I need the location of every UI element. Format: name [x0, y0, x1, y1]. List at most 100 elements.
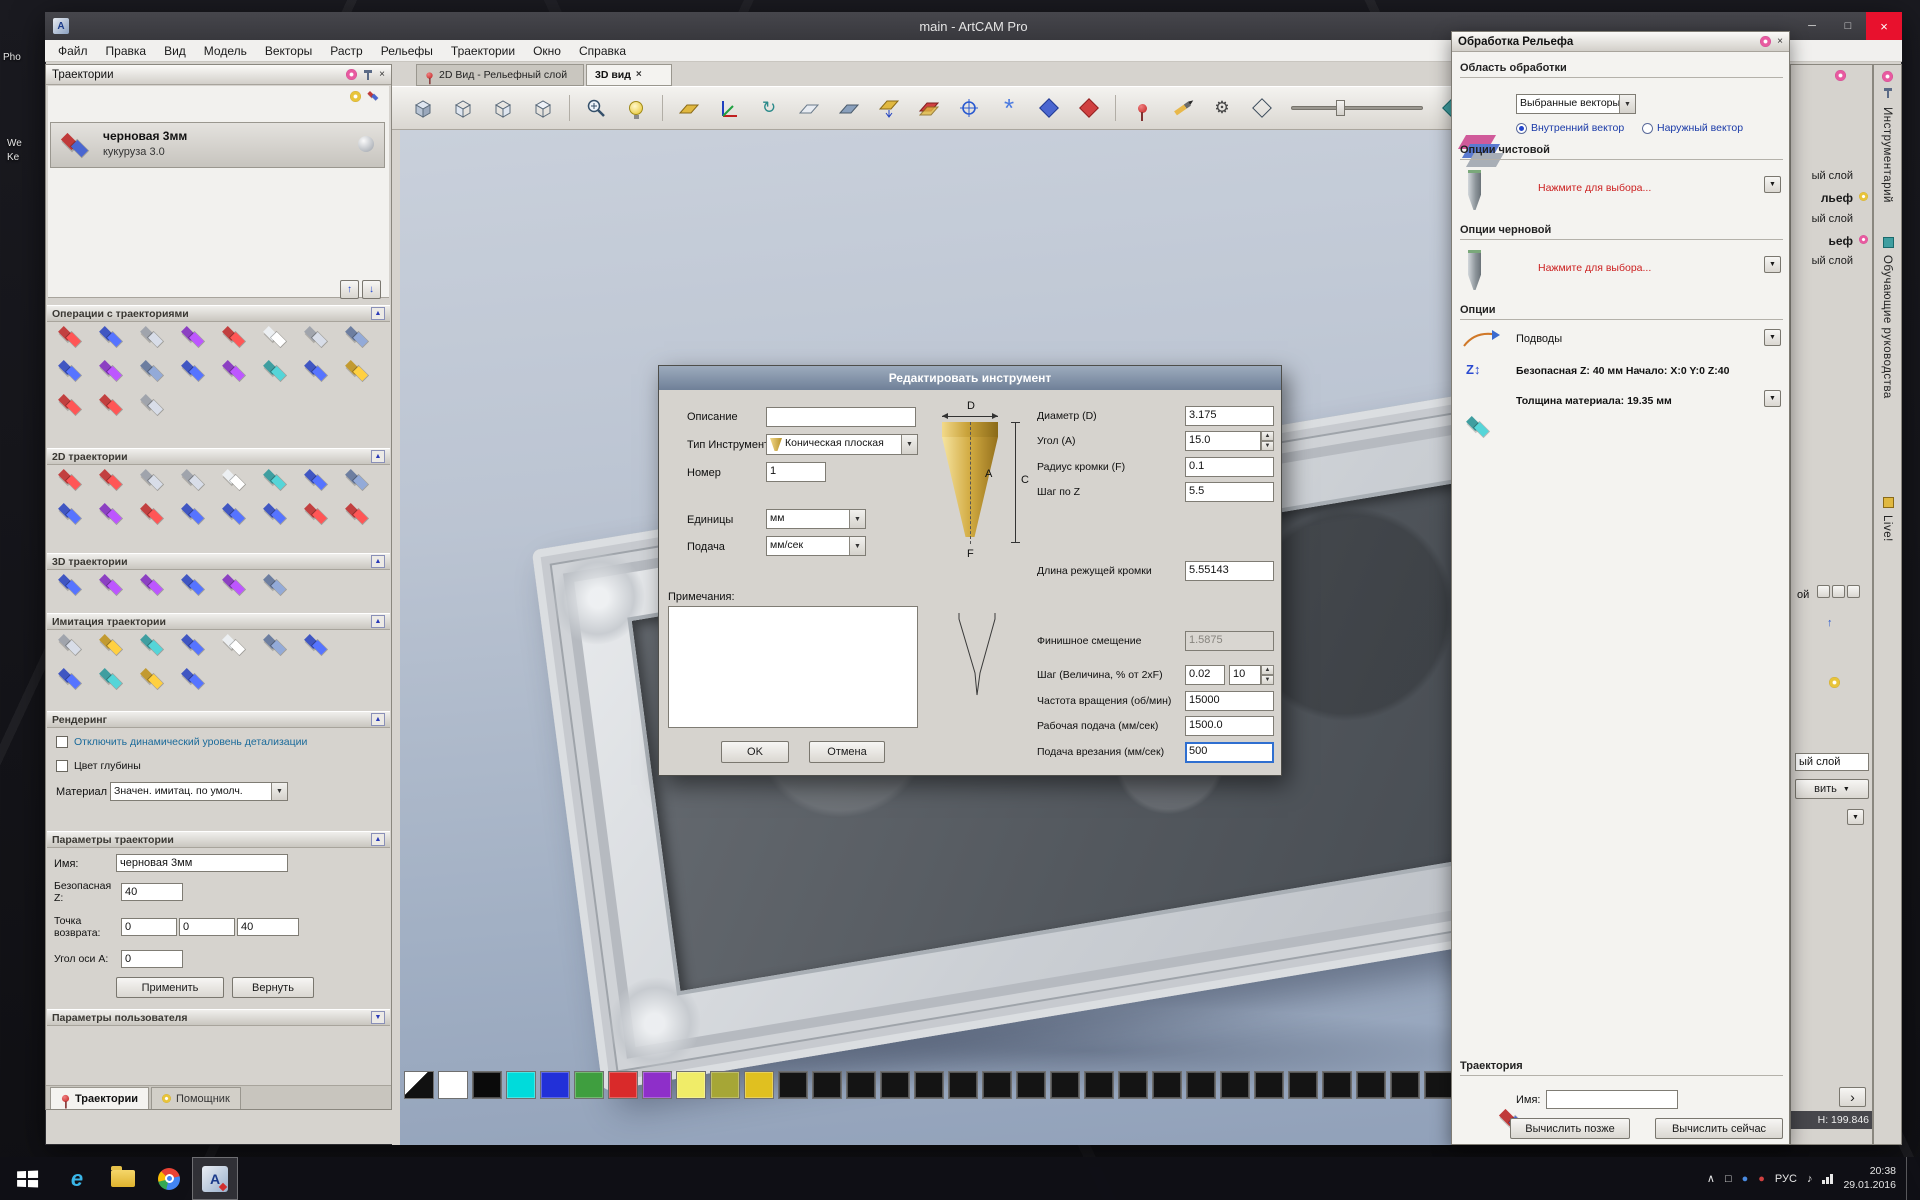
revert-button[interactable]: Вернуть: [232, 977, 314, 998]
simulation-icon[interactable]: [95, 632, 127, 658]
palette-swatch[interactable]: [540, 1071, 570, 1099]
toolpath-op-icon[interactable]: [218, 358, 250, 384]
plane-light-icon[interactable]: [792, 91, 826, 125]
finish-tool-icon[interactable]: [1468, 170, 1481, 210]
tab-toolpaths[interactable]: Траектории: [50, 1087, 149, 1109]
machining-vectors-select[interactable]: Выбранные векторы ▼: [1516, 94, 1636, 114]
chevron-down-button[interactable]: ▼: [1764, 176, 1781, 193]
tab-2d-view[interactable]: 2D Вид - Рельефный слой: [416, 64, 584, 86]
toolpath-op-icon[interactable]: [341, 324, 373, 350]
tp-name-input[interactable]: черновая 3мм: [116, 854, 288, 872]
toolpath-op-icon[interactable]: [341, 358, 373, 384]
toolpath-2d-icon[interactable]: [54, 467, 86, 493]
collapse-icon[interactable]: ▲: [371, 307, 385, 320]
section-2d-header[interactable]: 2D траектории ▲: [47, 448, 390, 465]
palette-swatch[interactable]: [1254, 1071, 1284, 1099]
dialog-titlebar[interactable]: Редактировать инструмент: [659, 366, 1281, 390]
bluetooth-tray-icon[interactable]: ●: [1742, 1173, 1749, 1185]
plane-down-icon[interactable]: [872, 91, 906, 125]
toolpath-op-icon[interactable]: [300, 324, 332, 350]
layer-tool-button[interactable]: [1817, 585, 1830, 598]
angle-spinner[interactable]: ▲▼: [1261, 431, 1274, 451]
toolpath-op-icon[interactable]: [136, 358, 168, 384]
palette-swatch[interactable]: [1050, 1071, 1080, 1099]
palette-swatch[interactable]: [778, 1071, 808, 1099]
radio-outer-vector[interactable]: Наружный вектор: [1642, 122, 1743, 134]
toolpath-op-icon[interactable]: [136, 324, 168, 350]
palette-swatch[interactable]: [506, 1071, 536, 1099]
options-gear-icon[interactable]: ⚙: [1205, 91, 1239, 125]
toolpath-2d-icon[interactable]: [136, 501, 168, 527]
menu-item[interactable]: Растр: [321, 40, 371, 62]
toolpath-mini-icon[interactable]: [343, 89, 381, 126]
flute-length-input[interactable]: 5.55143: [1185, 561, 1274, 581]
palette-swatch[interactable]: [608, 1071, 638, 1099]
toolpath-list[interactable]: черновая 3мм кукуруза 3.0: [48, 86, 389, 298]
palette-swatch[interactable]: [1322, 1071, 1352, 1099]
tab-live[interactable]: Live!: [1881, 515, 1893, 542]
toolpath-op-icon[interactable]: [54, 392, 86, 418]
chevron-down-icon[interactable]: ▼: [271, 783, 287, 800]
toolpath-op-icon[interactable]: [177, 324, 209, 350]
toolpath-op-icon[interactable]: [218, 324, 250, 350]
feed-units-select[interactable]: мм/сек ▼: [766, 536, 866, 556]
depth-color-checkbox[interactable]: [56, 760, 68, 772]
toolpath-op-icon[interactable]: [177, 358, 209, 384]
toolpath-op-icon[interactable]: [54, 324, 86, 350]
layer-tool-button[interactable]: [1832, 585, 1845, 598]
chevron-down-button[interactable]: ▼: [1764, 256, 1781, 273]
menu-item[interactable]: Файл: [49, 40, 97, 62]
chevron-down-icon[interactable]: ▼: [901, 435, 917, 454]
flower-gold-icon[interactable]: [1829, 677, 1840, 688]
stepover-spinner[interactable]: ▲▼: [1261, 665, 1274, 685]
layer-name-fragment[interactable]: ый слой: [1791, 255, 1853, 267]
chevron-down-icon[interactable]: ▼: [1619, 95, 1635, 113]
taskbar-artcam[interactable]: A: [192, 1157, 238, 1200]
apply-button[interactable]: Применить: [116, 977, 224, 998]
menu-item[interactable]: Справка: [570, 40, 635, 62]
simulation-icon[interactable]: [259, 632, 291, 658]
layer-name-fragment[interactable]: льеф: [1791, 191, 1853, 205]
simulation-icon[interactable]: [54, 666, 86, 692]
close-panel-icon[interactable]: ×: [1777, 37, 1783, 47]
toolpath-3d-icon[interactable]: [95, 572, 127, 598]
section-3d-header[interactable]: 3D траектории ▲: [47, 553, 390, 570]
angle-input[interactable]: 15.0: [1185, 431, 1261, 451]
snowflake-icon[interactable]: *: [992, 91, 1026, 125]
safez-input[interactable]: 40: [121, 883, 183, 901]
palette-swatch[interactable]: [1356, 1071, 1386, 1099]
next-button[interactable]: ›: [1839, 1087, 1866, 1107]
rough-tool-pick-link[interactable]: Нажмите для выбора...: [1538, 262, 1651, 274]
language-indicator[interactable]: РУС: [1775, 1173, 1797, 1185]
finish-tool-pick-link[interactable]: Нажмите для выбора...: [1538, 182, 1651, 194]
maximize-button[interactable]: □: [1830, 12, 1866, 40]
taskbar-explorer[interactable]: [100, 1157, 146, 1200]
cancel-button[interactable]: Отмена: [809, 741, 885, 763]
close-panel-icon[interactable]: ×: [379, 70, 385, 80]
collapse-icon[interactable]: ▲: [371, 833, 385, 846]
diameter-input[interactable]: 3.175: [1185, 406, 1274, 426]
collapse-icon[interactable]: ▲: [371, 555, 385, 568]
toolpath-2d-icon[interactable]: [300, 467, 332, 493]
diamond-red-icon[interactable]: [1072, 91, 1106, 125]
home-y-input[interactable]: 0: [179, 918, 235, 936]
palette-swatch[interactable]: [472, 1071, 502, 1099]
draw-icon[interactable]: [1165, 91, 1199, 125]
taskbar-chrome[interactable]: [146, 1157, 192, 1200]
section-sim-header[interactable]: Имитация траектории ▲: [47, 613, 390, 630]
layer-name-fragment[interactable]: ьеф: [1791, 234, 1853, 248]
taskbar-ie[interactable]: e: [54, 1157, 100, 1200]
toolpath-op-icon[interactable]: [95, 358, 127, 384]
palette-swatch[interactable]: [676, 1071, 706, 1099]
zoom-icon[interactable]: [579, 91, 613, 125]
plunge-rate-input[interactable]: 500: [1185, 742, 1274, 763]
toolpath-3d-icon[interactable]: [218, 572, 250, 598]
palette-swatch[interactable]: [1220, 1071, 1250, 1099]
flower-icon[interactable]: [1882, 71, 1893, 82]
chevron-down-button[interactable]: ▼: [1764, 329, 1781, 346]
simulation-icon[interactable]: [54, 632, 86, 658]
a-axis-input[interactable]: 0: [121, 950, 183, 968]
rough-tool-icon[interactable]: [1468, 250, 1481, 290]
layer-name-fragment[interactable]: ый слой: [1791, 213, 1853, 225]
desktop-icon-label[interactable]: We: [7, 138, 22, 149]
